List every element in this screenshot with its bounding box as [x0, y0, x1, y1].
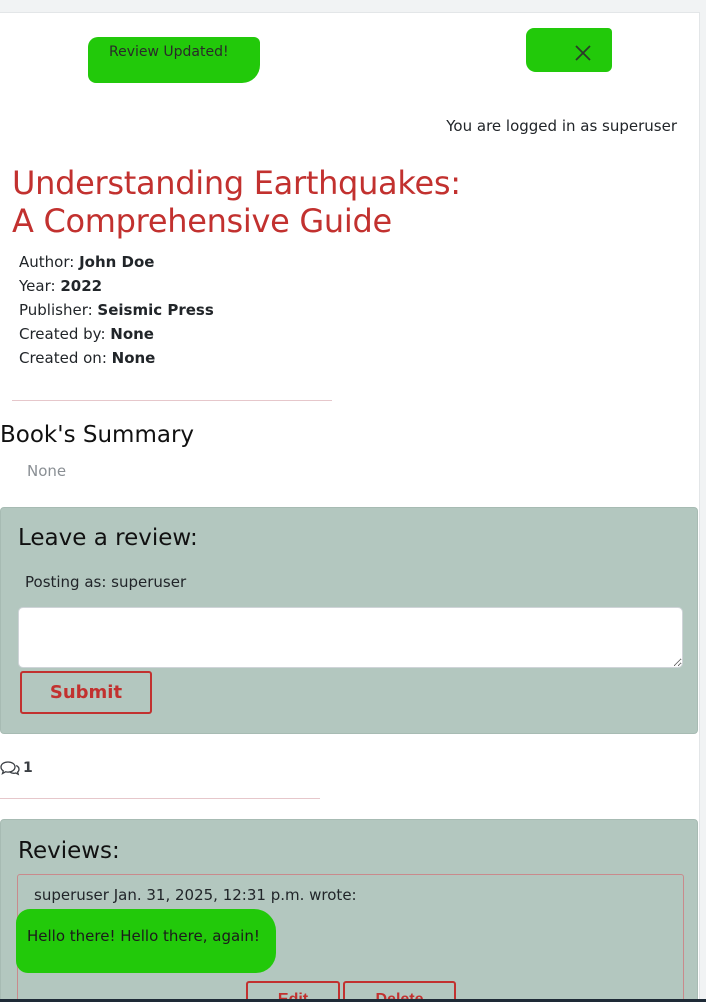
browser-top-strip [0, 0, 706, 13]
created-by-value: None [110, 325, 154, 343]
created-on-label: Created on: [19, 349, 112, 367]
created-on-row: Created on: None [19, 346, 214, 370]
created-by-row: Created by: None [19, 322, 214, 346]
created-by-label: Created by: [19, 325, 111, 343]
review-form-panel: Leave a review: Posting as: superuser Su… [0, 507, 698, 734]
book-title: Understanding Earthquakes: A Comprehensi… [12, 164, 461, 240]
summary-text: None [27, 462, 67, 480]
author-value: John Doe [79, 253, 155, 271]
comments-icon [0, 761, 20, 776]
login-status: You are logged in as superuser [446, 117, 677, 135]
created-on-value: None [111, 349, 156, 367]
close-icon [575, 45, 591, 61]
publisher-row: Publisher: Seismic Press [19, 298, 214, 322]
page: Review Updated! You are logged in as sup… [0, 0, 706, 1002]
comment-count: 1 [0, 760, 33, 776]
publisher-label: Publisher: [19, 301, 98, 319]
comments-divider [0, 798, 320, 799]
posting-as-text: Posting as: superuser [25, 573, 187, 591]
comment-count-value: 1 [23, 760, 33, 776]
review-textarea[interactable] [18, 607, 683, 668]
alert-close-button[interactable] [560, 36, 606, 70]
reviews-heading: Reviews: [18, 838, 120, 864]
review-form-heading: Leave a review: [18, 525, 198, 551]
author-row: Author: John Doe [19, 250, 214, 274]
year-label: Year: [19, 277, 61, 295]
review-body: Hello there! Hello there, again! [27, 927, 260, 945]
year-value: 2022 [60, 277, 103, 295]
author-label: Author: [19, 253, 80, 271]
review-meta: superuser Jan. 31, 2025, 12:31 p.m. wrot… [34, 886, 357, 904]
alert-message: Review Updated! [109, 44, 229, 60]
publisher-value: Seismic Press [97, 301, 214, 319]
summary-heading: Book's Summary [0, 422, 195, 448]
review-card: superuser Jan. 31, 2025, 12:31 p.m. wrot… [16, 874, 684, 1002]
book-meta: Author: John Doe Year: 2022 Publisher: S… [19, 250, 214, 370]
year-row: Year: 2022 [19, 274, 214, 298]
meta-divider [12, 400, 332, 401]
submit-button[interactable]: Submit [20, 671, 152, 714]
reviews-panel: Reviews: superuser Jan. 31, 2025, 12:31 … [0, 819, 698, 1002]
scrollbar-track[interactable] [699, 12, 706, 1002]
